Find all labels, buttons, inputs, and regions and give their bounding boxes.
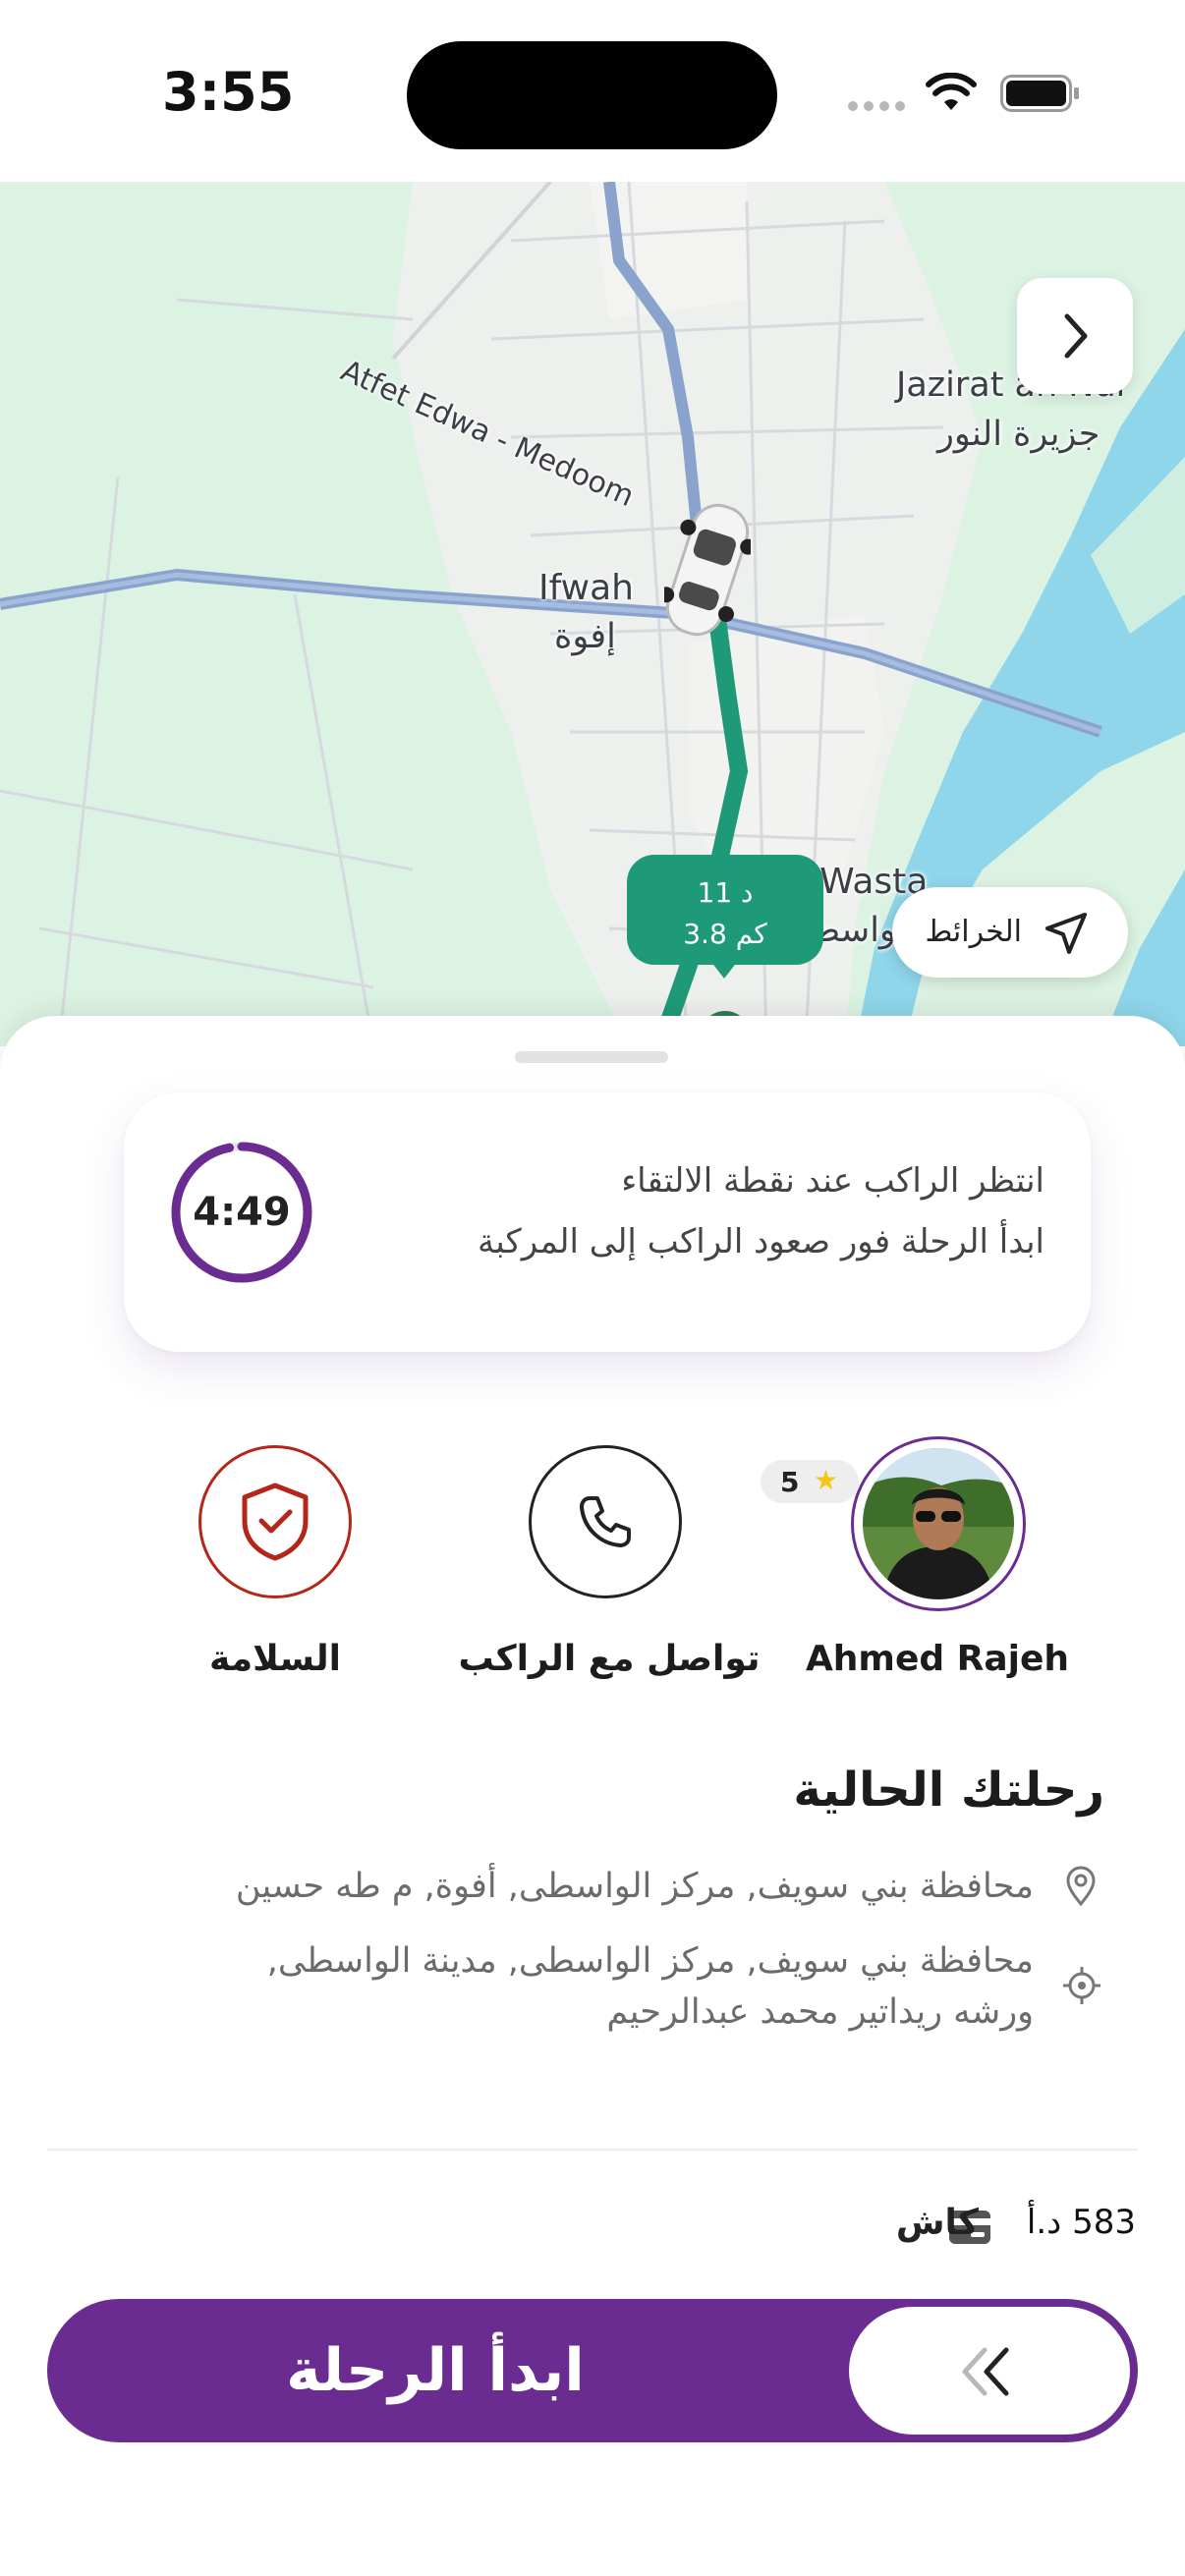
map-label-ifwah-en: Ifwah <box>538 568 634 608</box>
dropoff-address-line1: محافظة بني سويف, مركز الواسطى, مدينة الو… <box>266 1941 1034 1981</box>
trip-title: رحلتك الحالية <box>793 1763 1104 1818</box>
navigation-arrow-icon <box>1045 913 1087 954</box>
map-next-button[interactable] <box>1017 278 1133 394</box>
star-icon: ★ <box>814 1464 839 1496</box>
contact-rider-button[interactable] <box>529 1445 682 1598</box>
status-time: 3:55 <box>162 61 295 123</box>
map-label-ifwah-ar: إفوة <box>554 617 616 656</box>
pickup-address: محافظة بني سويف, مركز الواسطى, أفوة, م ط… <box>235 1867 1034 1906</box>
crosshair-location-icon <box>1063 1967 1100 2004</box>
battery-icon <box>1000 75 1079 112</box>
slide-knob[interactable] <box>849 2307 1130 2435</box>
eta-distance: 3.8 كم <box>683 918 767 950</box>
safety-button[interactable] <box>198 1445 352 1598</box>
cellular-signal-icon <box>848 101 905 111</box>
eta-minutes: 11 د <box>697 876 754 909</box>
car-marker-icon <box>664 503 751 637</box>
status-bar: 3:55 <box>0 0 1185 182</box>
open-maps-label: الخرائط <box>925 915 1022 949</box>
rider-rating-badge: 5 ★ <box>761 1460 859 1503</box>
double-chevron-left-icon <box>962 2347 1009 2396</box>
open-maps-button[interactable]: الخرائط <box>892 887 1128 978</box>
payment-method: كاش <box>895 2203 979 2243</box>
map-pin-icon <box>1066 1866 1096 1907</box>
wait-card-subtitle: ابدأ الرحلة فور صعود الراكب إلى المركبة <box>478 1222 1044 1261</box>
dropoff-address-line2: ورشه ريداتير محمد عبدالرحيم <box>606 1992 1034 2032</box>
dynamic-island <box>407 41 777 149</box>
countdown-timer: 4:49 <box>193 1190 291 1235</box>
rider-name: Ahmed Rajeh <box>805 1639 1070 1679</box>
eta-bubble-tail <box>710 961 738 979</box>
start-trip-label: ابدأ الرحلة <box>286 2336 585 2405</box>
eta-bubble: 11 د 3.8 كم <box>627 855 823 965</box>
rider-avatar[interactable] <box>863 1448 1014 1599</box>
fare-amount: 583 د.أ <box>1026 2203 1136 2242</box>
shield-check-icon <box>242 1483 309 1561</box>
rider-rating-value: 5 <box>780 1466 800 1498</box>
map-label-jazirat-ar: جزيرة النور <box>937 415 1100 454</box>
contact-rider-label: تواصل مع الراكب <box>458 1639 761 1679</box>
chevron-right-icon <box>1064 313 1088 359</box>
sheet-drag-handle[interactable] <box>515 1051 668 1063</box>
wifi-icon <box>926 73 977 110</box>
divider <box>47 2149 1138 2151</box>
phone-icon <box>580 1496 631 1547</box>
safety-label: السلامة <box>209 1639 341 1679</box>
wait-card-title: انتظر الراكب عند نقطة الالتقاء <box>621 1161 1044 1201</box>
